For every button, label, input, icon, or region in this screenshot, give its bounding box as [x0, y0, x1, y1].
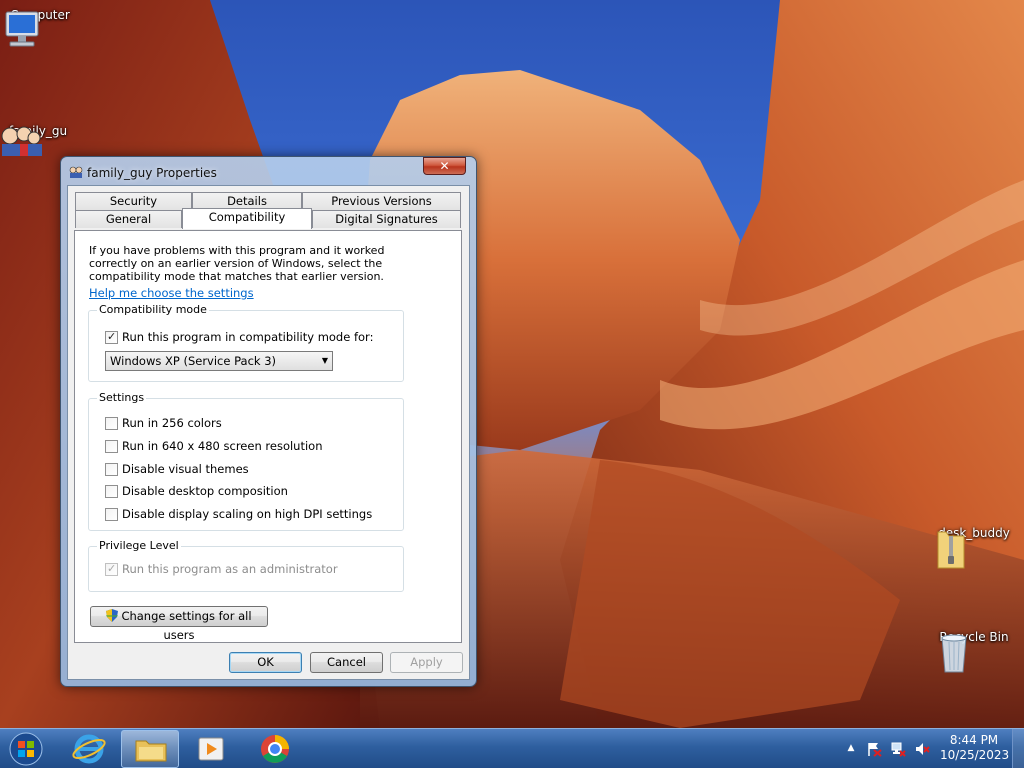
- family-guy-title-icon: [69, 166, 83, 178]
- desktop-icon-desk-buddy[interactable]: desk_buddy: [934, 526, 1014, 569]
- tab-label: Security: [109, 194, 158, 208]
- button-label: Cancel: [327, 655, 366, 669]
- desktop-icon-family-guy[interactable]: family_gu: [0, 124, 78, 156]
- tab-digital-signatures[interactable]: Digital Signatures: [312, 210, 461, 228]
- uac-shield-icon: [106, 609, 119, 622]
- checkbox-label: Disable display scaling on high DPI sett…: [122, 507, 373, 521]
- desktop-icon-computer[interactable]: Computer: [0, 8, 80, 47]
- show-hidden-icons-button[interactable]: ▲: [843, 743, 859, 759]
- tab-label: Previous Versions: [331, 194, 432, 208]
- help-choose-settings-link[interactable]: Help me choose the settings: [89, 286, 254, 300]
- system-clock[interactable]: 8:44 PM 10/25/2023: [940, 733, 1010, 763]
- taskbar-file-explorer[interactable]: [121, 730, 179, 768]
- checkbox-label: Disable desktop composition: [122, 484, 288, 498]
- network-icon[interactable]: [890, 741, 906, 757]
- internet-explorer-icon: [72, 734, 106, 764]
- family-guy-shortcut-icon: [1, 126, 42, 156]
- checkbox[interactable]: [105, 440, 118, 453]
- intro-text: If you have problems with this program a…: [89, 244, 385, 283]
- tab-label: Compatibility: [208, 210, 286, 224]
- clock-date: 10/25/2023: [940, 748, 1010, 762]
- checkbox[interactable]: [105, 417, 118, 430]
- checkbox[interactable]: [105, 508, 118, 521]
- group-label: Privilege Level: [97, 539, 181, 552]
- checkbox-label: Run this program in compatibility mode f…: [122, 330, 374, 344]
- change-settings-all-users-button[interactable]: Change settings for all users: [90, 606, 268, 642]
- selected-os: Windows XP (Service Pack 3): [110, 354, 277, 368]
- compatibility-panel: If you have problems with this program a…: [74, 230, 462, 643]
- tab-previous-versions[interactable]: Previous Versions: [302, 192, 461, 210]
- taskbar-internet-explorer[interactable]: [60, 730, 118, 768]
- chevron-down-icon: ▼: [321, 356, 328, 365]
- compatibility-mode-group: Compatibility mode Run this program in c…: [88, 303, 404, 382]
- clock-time: 8:44 PM: [949, 733, 999, 747]
- apply-button: Apply: [390, 652, 463, 673]
- tab-compatibility[interactable]: Compatibility: [182, 208, 312, 229]
- start-orb-icon[interactable]: [6, 731, 46, 767]
- show-desktop-button[interactable]: [1012, 729, 1024, 768]
- tab-security[interactable]: Security: [75, 192, 192, 210]
- group-label: Compatibility mode: [97, 303, 209, 316]
- compatibility-mode-checkbox[interactable]: [105, 330, 118, 344]
- checkbox[interactable]: [105, 485, 118, 498]
- button-label: OK: [257, 655, 274, 669]
- media-player-icon: [198, 737, 224, 761]
- properties-dialog: family_guy Properties ✕ Security Details…: [60, 156, 477, 687]
- tab-label: Details: [227, 194, 267, 208]
- volume-muted-icon[interactable]: [914, 741, 930, 757]
- recycle-bin-icon: [941, 634, 967, 673]
- close-button[interactable]: ✕: [423, 157, 466, 175]
- chrome-icon: [261, 735, 289, 763]
- group-label: Settings: [97, 391, 147, 404]
- checkbox-label: Run in 256 colors: [122, 416, 222, 430]
- ok-button[interactable]: OK: [229, 652, 302, 673]
- taskbar-media-player[interactable]: [182, 730, 240, 768]
- taskbar: ▲ 8:44 PM 10/25/2023: [0, 728, 1024, 768]
- zip-folder-icon: [937, 531, 965, 569]
- computer-icon: [5, 11, 39, 47]
- button-label: Apply: [410, 655, 443, 669]
- os-version-select[interactable]: Windows XP (Service Pack 3) ▼: [105, 351, 333, 371]
- checkbox-label: Disable visual themes: [122, 462, 249, 476]
- close-icon: ✕: [439, 159, 450, 173]
- tab-label: General: [105, 212, 152, 226]
- tab-general[interactable]: General: [75, 210, 182, 228]
- cancel-button[interactable]: Cancel: [310, 652, 383, 673]
- privilege-level-group: Privilege Level Run this program as an a…: [88, 539, 404, 592]
- dialog-title: family_guy Properties: [87, 166, 217, 180]
- dialog-client-area: Security Details Previous Versions Gener…: [67, 185, 470, 680]
- taskbar-chrome[interactable]: [246, 730, 304, 768]
- desktop-icon-recycle-bin[interactable]: Recycle Bin: [934, 630, 1014, 673]
- tab-label: Digital Signatures: [335, 212, 438, 226]
- file-explorer-icon: [135, 740, 167, 762]
- settings-group: Settings Run in 256 colors Run in 640 x …: [88, 391, 404, 531]
- run-as-admin-checkbox: [105, 562, 118, 576]
- checkbox-label: Run this program as an administrator: [122, 562, 338, 576]
- button-label: Change settings for all users: [121, 609, 252, 642]
- checkbox[interactable]: [105, 463, 118, 476]
- checkbox-label: Run in 640 x 480 screen resolution: [122, 439, 323, 453]
- action-center-flag-icon[interactable]: [866, 741, 882, 757]
- dialog-titlebar[interactable]: family_guy Properties ✕: [67, 157, 470, 183]
